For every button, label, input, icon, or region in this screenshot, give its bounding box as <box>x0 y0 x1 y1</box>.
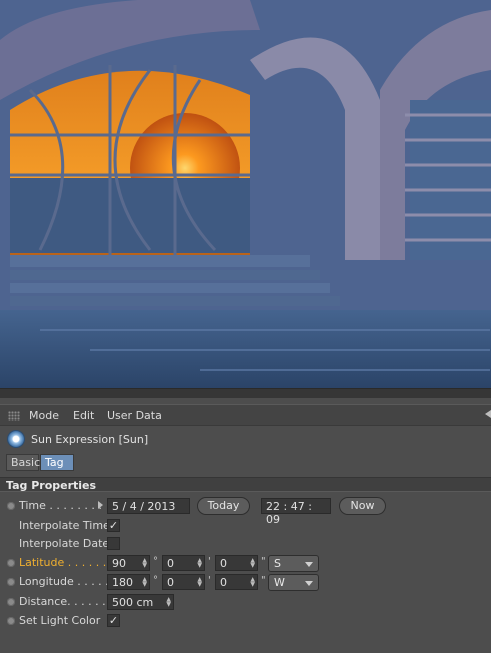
latitude-direction-dropdown[interactable]: S <box>268 555 319 572</box>
tag-properties-header: Tag Properties <box>0 477 491 492</box>
distance-field[interactable]: 500 cm ▲ ▼ <box>107 594 174 610</box>
time-row: Time . . . . . . . . 5 / 4 / 2013 Today … <box>0 497 491 526</box>
clock-field[interactable]: 22 : 47 : 09 <box>261 498 331 526</box>
time-expand-icon[interactable] <box>98 501 103 509</box>
latitude-minutes-field[interactable]: 0 ▲ ▼ <box>162 555 205 571</box>
latitude-label: Latitude . . . . . . . <box>19 556 114 569</box>
time-label: Time . . . . . . . . <box>19 499 102 512</box>
render-viewport[interactable] <box>0 0 491 388</box>
tab-basic[interactable]: Basic <box>6 454 40 471</box>
section-title: Tag Properties <box>6 479 97 492</box>
longitude-minutes-unit: ' <box>208 575 211 586</box>
tab-tag[interactable]: Tag <box>40 454 74 471</box>
chevron-down-icon <box>305 581 313 586</box>
interpolate-date-label: Interpolate Date <box>19 537 110 550</box>
latitude-seconds-spinner-icon[interactable]: ▲ ▼ <box>250 558 255 569</box>
longitude-degrees-unit: ° <box>153 575 158 586</box>
date-field[interactable]: 5 / 4 / 2013 <box>107 498 190 514</box>
longitude-label: Longitude . . . . . <box>19 575 109 588</box>
attribute-menubar: Mode Edit User Data <box>0 404 491 426</box>
distance-label: Distance. . . . . . . <box>19 595 113 608</box>
light-color-label: Set Light Color <box>19 614 101 627</box>
latitude-seconds-unit: " <box>261 556 266 567</box>
longitude-row: Longitude . . . . . 180 ▲ ▼ ° 0 ▲ ▼ ' 0 ▲ ▼ " … <box>0 573 491 591</box>
distance-row: Distance. . . . . . . 500 cm ▲ ▼ <box>0 593 491 611</box>
light-color-row: Set Light Color ✓ <box>0 612 491 630</box>
object-header: Sun Expression [Sun] <box>0 430 491 450</box>
interpolate-time-row: Interpolate Time ✓ <box>0 517 491 535</box>
latitude-degrees-unit: ° <box>153 556 158 567</box>
interpolate-time-checkbox[interactable]: ✓ <box>107 519 120 532</box>
interpolate-date-row: Interpolate Date <box>0 535 491 553</box>
longitude-seconds-unit: " <box>261 575 266 586</box>
viewport-bottom-bar <box>0 388 491 398</box>
distance-keyframe-dot[interactable] <box>7 598 15 606</box>
chevron-down-icon <box>305 562 313 567</box>
longitude-seconds-spinner-icon[interactable]: ▲ ▼ <box>250 577 255 588</box>
attribute-manager: Mode Edit User Data Sun Expression [Sun]… <box>0 398 491 653</box>
menu-user-data[interactable]: User Data <box>107 409 162 422</box>
latitude-keyframe-dot[interactable] <box>7 559 15 567</box>
interpolate-time-label: Interpolate Time <box>19 519 110 532</box>
sun-expression-icon <box>8 431 24 447</box>
latitude-degrees-spinner-icon[interactable]: ▲ ▼ <box>142 558 147 569</box>
sunset-render-image <box>0 0 491 388</box>
longitude-direction-dropdown[interactable]: W <box>268 574 319 591</box>
time-keyframe-dot[interactable] <box>7 502 15 510</box>
panel-grip-icon[interactable] <box>8 411 20 421</box>
menu-edit[interactable]: Edit <box>73 409 94 422</box>
light-color-keyframe-dot[interactable] <box>7 617 15 625</box>
longitude-minutes-field[interactable]: 0 ▲ ▼ <box>162 574 205 590</box>
menu-mode[interactable]: Mode <box>29 409 59 422</box>
longitude-keyframe-dot[interactable] <box>7 578 15 586</box>
longitude-degrees-spinner-icon[interactable]: ▲ ▼ <box>142 577 147 588</box>
latitude-row: Latitude . . . . . . . 90 ▲ ▼ ° 0 ▲ ▼ ' 0 ▲ ▼ … <box>0 554 491 572</box>
light-color-checkbox[interactable]: ✓ <box>107 614 120 627</box>
distance-spinner-icon[interactable]: ▲ ▼ <box>166 597 171 608</box>
latitude-minutes-unit: ' <box>208 556 211 567</box>
object-title: Sun Expression [Sun] <box>31 433 149 446</box>
longitude-degrees-field[interactable]: 180 ▲ ▼ <box>107 574 150 590</box>
latitude-minutes-spinner-icon[interactable]: ▲ ▼ <box>197 558 202 569</box>
longitude-minutes-spinner-icon[interactable]: ▲ ▼ <box>197 577 202 588</box>
menu-back-arrow-icon[interactable] <box>485 410 491 418</box>
now-button[interactable]: Now <box>339 497 386 515</box>
latitude-degrees-field[interactable]: 90 ▲ ▼ <box>107 555 150 571</box>
latitude-seconds-field[interactable]: 0 ▲ ▼ <box>215 555 258 571</box>
today-button[interactable]: Today <box>197 497 250 515</box>
longitude-seconds-field[interactable]: 0 ▲ ▼ <box>215 574 258 590</box>
interpolate-date-checkbox[interactable] <box>107 537 120 550</box>
